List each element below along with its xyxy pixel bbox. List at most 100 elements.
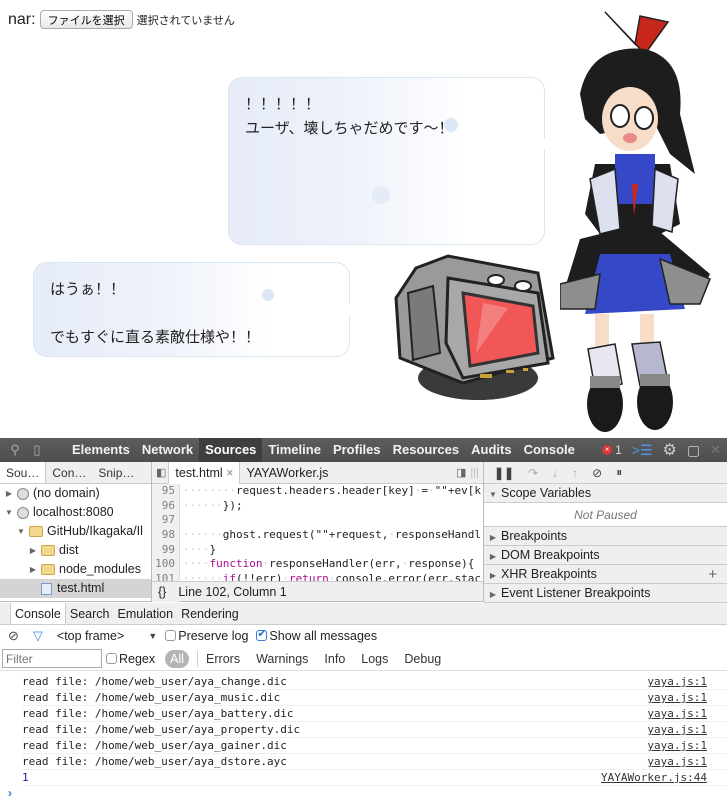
tab-elements[interactable]: Elements [66, 438, 136, 462]
expand-arrow-icon[interactable]: ▶ [28, 560, 38, 579]
console-source-link[interactable]: yaya.js:1 [647, 738, 707, 753]
filter-icon[interactable]: ▽ [33, 628, 43, 644]
line-number[interactable]: 98 [152, 528, 180, 543]
regex-checkbox[interactable]: Regex [106, 652, 155, 666]
code-line[interactable]: 98 ······ghost.request(""+request,·respon… [152, 528, 483, 543]
code-line[interactable]: 99 ····} [152, 542, 483, 558]
line-number[interactable]: 100 [152, 557, 180, 573]
console-message-text: read file: /home/web_user/aya_dstore.ayc [22, 755, 287, 768]
code-line[interactable]: 97 [152, 513, 483, 529]
tree-item-github-folder[interactable]: ▼ GitHub/Ikagaka/Il [0, 522, 151, 541]
inspect-search-icon[interactable]: ⚲ [4, 442, 26, 458]
frame-dropdown-arrow-icon[interactable]: ▼ [148, 631, 157, 641]
level-filter-errors[interactable]: Errors [198, 652, 248, 666]
console-source-link[interactable]: yaya.js:1 [647, 722, 707, 737]
breakpoints-header[interactable]: ▶ Breakpoints [484, 527, 727, 546]
settings-gear-icon[interactable]: ⚙ [663, 440, 677, 460]
level-filter-all[interactable]: All [165, 649, 190, 668]
checkbox-box[interactable] [106, 652, 117, 664]
level-filter-info[interactable]: Info [316, 652, 353, 666]
console-source-link[interactable]: yaya.js:1 [647, 754, 707, 769]
console-source-link[interactable]: yaya.js:1 [647, 674, 707, 689]
close-icon[interactable]: ✕ [710, 442, 721, 458]
console-source-link[interactable]: YAYAWorker.js:44 [601, 770, 707, 785]
navigator-tab-sources[interactable]: Sou… [0, 462, 47, 483]
step-out-icon[interactable]: ↑ [572, 466, 578, 480]
girl-character-image[interactable] [560, 4, 727, 436]
tab-timeline[interactable]: Timeline [262, 438, 327, 462]
collapse-arrow-icon[interactable]: ▼ [16, 522, 26, 541]
close-tab-icon[interactable]: × [226, 466, 233, 480]
pause-icon[interactable]: ❚❚ [494, 466, 514, 480]
checkbox-box[interactable] [256, 627, 268, 641]
scope-variables-header[interactable]: ▼ Scope Variables [484, 484, 727, 503]
dock-icon[interactable]: ▢ [687, 442, 700, 459]
device-mode-icon[interactable]: ▯ [26, 442, 48, 458]
line-number[interactable]: 96 [152, 498, 180, 514]
level-filter-logs[interactable]: Logs [353, 652, 396, 666]
balloon-sakura[interactable]: ！！！！！ ユーザ、壊しちゃだめです〜！ [228, 77, 553, 245]
cursor-position: Line 102, Column 1 [178, 584, 287, 599]
tree-item-no-domain[interactable]: ▶ (no domain) [0, 484, 151, 503]
tree-item-test-html[interactable]: test.html [0, 579, 151, 598]
line-number[interactable]: 99 [152, 542, 180, 558]
collapse-arrow-icon[interactable]: ▼ [4, 503, 14, 522]
expand-arrow-icon[interactable]: ▶ [28, 541, 38, 560]
checkbox-box[interactable] [165, 630, 177, 641]
tab-sources[interactable]: Sources [199, 438, 263, 462]
pause-on-exceptions-icon[interactable]: ⏸ [616, 465, 622, 480]
tree-item-node-modules[interactable]: ▶ node_modules [0, 560, 151, 579]
monitor-character-image[interactable] [388, 248, 563, 408]
code-line[interactable]: 96 ······}); [152, 498, 483, 514]
console-source-link[interactable]: yaya.js:1 [647, 706, 707, 721]
pretty-print-button[interactable]: {} [158, 585, 166, 599]
navigator-tab-content-scripts[interactable]: Con… [46, 462, 92, 483]
console-drawer-icon[interactable]: >☰ [632, 442, 653, 459]
level-filter-debug[interactable]: Debug [396, 652, 449, 666]
level-filter-warnings[interactable]: Warnings [248, 652, 316, 666]
tree-item-localhost[interactable]: ▼ localhost:8080 [0, 503, 151, 522]
xhr-breakpoints-header[interactable]: ▶ XHR Breakpoints + [484, 565, 727, 584]
preserve-log-checkbox[interactable]: Preserve log [165, 629, 248, 643]
frame-selector[interactable]: <top frame> [57, 629, 124, 643]
balloon-kero[interactable]: はうぁ！！ でもすぐに直る素敵仕様や！！ [33, 262, 358, 357]
console-filter-input[interactable] [2, 649, 102, 668]
step-over-icon[interactable]: ↷ [528, 466, 538, 480]
drawer-tab-emulation[interactable]: Emulation [113, 603, 177, 624]
console-prompt[interactable]: › [8, 786, 12, 800]
editor-tab-test-html[interactable]: test.html × [168, 461, 241, 484]
code-line[interactable]: 100 ····function·responseHandler(err,·res… [152, 557, 483, 573]
tab-audits[interactable]: Audits [465, 438, 517, 462]
error-counter[interactable]: × 1 [602, 443, 622, 457]
tab-console[interactable]: Console [518, 438, 581, 462]
line-content [180, 513, 183, 528]
show-all-messages-checkbox[interactable]: Show all messages [256, 627, 377, 643]
console-source-link[interactable]: yaya.js:1 [647, 690, 707, 705]
tab-profiles[interactable]: Profiles [327, 438, 387, 462]
tab-resources[interactable]: Resources [387, 438, 465, 462]
add-xhr-breakpoint-icon[interactable]: + [708, 565, 717, 584]
tab-network[interactable]: Network [136, 438, 199, 462]
editor-tab-yayaworker[interactable]: YAYAWorker.js [240, 462, 334, 484]
line-content: ······ghost.request(""+request,·response… [183, 528, 482, 542]
tree-item-dist[interactable]: ▶ dist [0, 541, 151, 560]
drawer-tab-console[interactable]: Console [10, 603, 66, 624]
event-listener-breakpoints-header[interactable]: ▶ Event Listener Breakpoints [484, 584, 727, 603]
drawer-tab-rendering[interactable]: Rendering [177, 603, 243, 624]
step-into-icon[interactable]: ↓ [552, 466, 558, 480]
code-line[interactable]: 95 ········request.headers.header[key]·=·… [152, 484, 483, 499]
drawer-tab-search[interactable]: Search [66, 603, 114, 624]
line-number[interactable]: 97 [152, 513, 180, 529]
expand-arrow-icon[interactable]: ▶ [4, 484, 14, 503]
navigator-tab-snippets[interactable]: Snip… [92, 462, 140, 483]
toggle-navigator-icon[interactable]: ◧ [156, 466, 166, 479]
line-number[interactable]: 95 [152, 484, 180, 499]
page: nar: ファイルを選択 選択されていません ！！！！！ ユーザ、壊しちゃだめで… [0, 0, 727, 806]
drawer-tabs: Console Search Emulation Rendering [0, 603, 727, 625]
dom-breakpoints-header[interactable]: ▶ DOM Breakpoints [484, 546, 727, 565]
choose-file-button[interactable]: ファイルを選択 [39, 10, 133, 29]
deactivate-breakpoints-icon[interactable]: ⊘ [592, 466, 602, 480]
toggle-debugger-icon[interactable]: ◨ [456, 466, 466, 479]
splitter-handle-icon[interactable]: ||| [470, 467, 479, 479]
clear-console-icon[interactable]: ⊘ [8, 628, 19, 644]
